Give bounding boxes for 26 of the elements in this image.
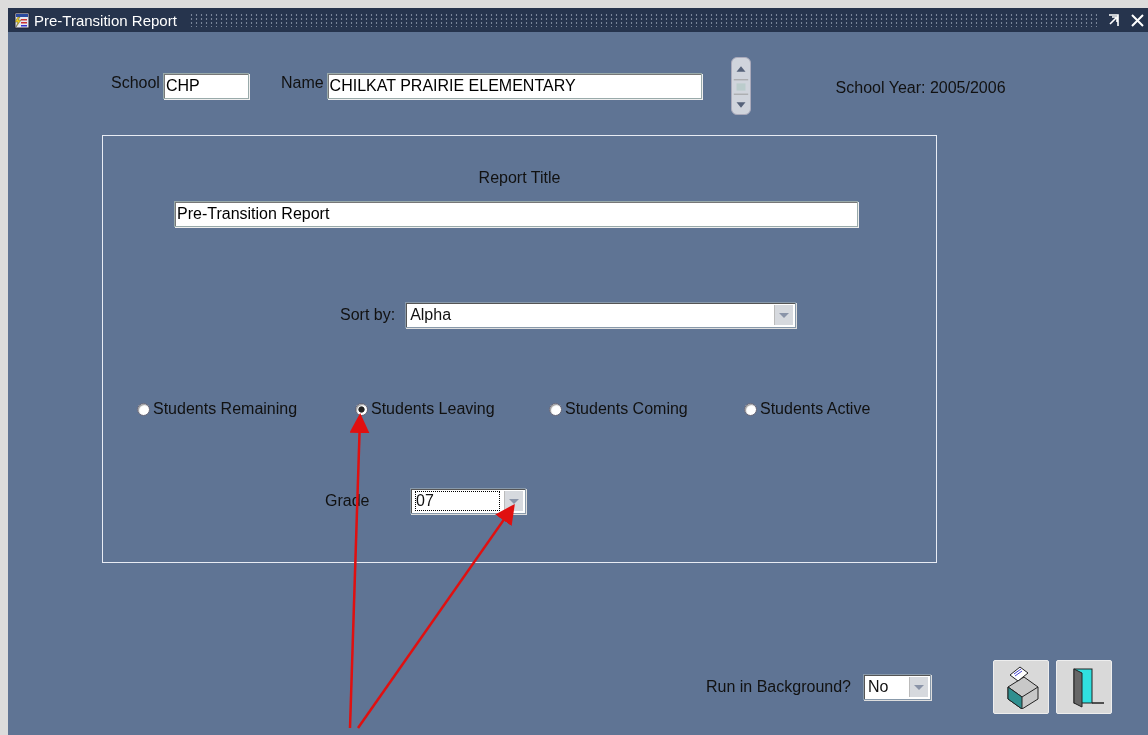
- record-scroller[interactable]: [730, 57, 751, 115]
- background-label: Run in Background?: [706, 678, 851, 696]
- maximize-icon[interactable]: [1107, 13, 1121, 27]
- window-title: Pre-Transition Report: [34, 11, 177, 29]
- school-label: School: [111, 74, 160, 92]
- caret-icon: [774, 305, 794, 325]
- name-field[interactable]: CHILKAT PRAIRIE ELEMENTARY: [326, 73, 702, 99]
- radio-option[interactable]: Students Leaving: [355, 400, 549, 418]
- school-field[interactable]: CHP: [162, 73, 249, 99]
- report-title-field[interactable]: Pre-Transition Report: [174, 201, 858, 227]
- report-title-label: Report Title: [477, 169, 562, 188]
- background-dropdown[interactable]: No: [863, 674, 931, 700]
- exit-button[interactable]: [1056, 660, 1112, 714]
- caret-icon: [504, 491, 523, 511]
- school-year: School Year: 2005/2006: [835, 79, 1006, 97]
- grade-dropdown[interactable]: 07: [410, 488, 526, 514]
- close-icon[interactable]: [1131, 13, 1144, 27]
- caret-icon: [909, 677, 928, 697]
- radio-option[interactable]: Students Coming: [549, 400, 744, 418]
- sort-dropdown[interactable]: Alpha: [405, 302, 797, 328]
- name-label: Name: [280, 74, 324, 92]
- radio-option[interactable]: Students Remaining: [137, 400, 355, 418]
- sort-label: Sort by:: [340, 306, 396, 324]
- print-button[interactable]: [993, 660, 1049, 714]
- form-icon: [12, 11, 30, 29]
- radio-option[interactable]: Students Active: [744, 400, 904, 418]
